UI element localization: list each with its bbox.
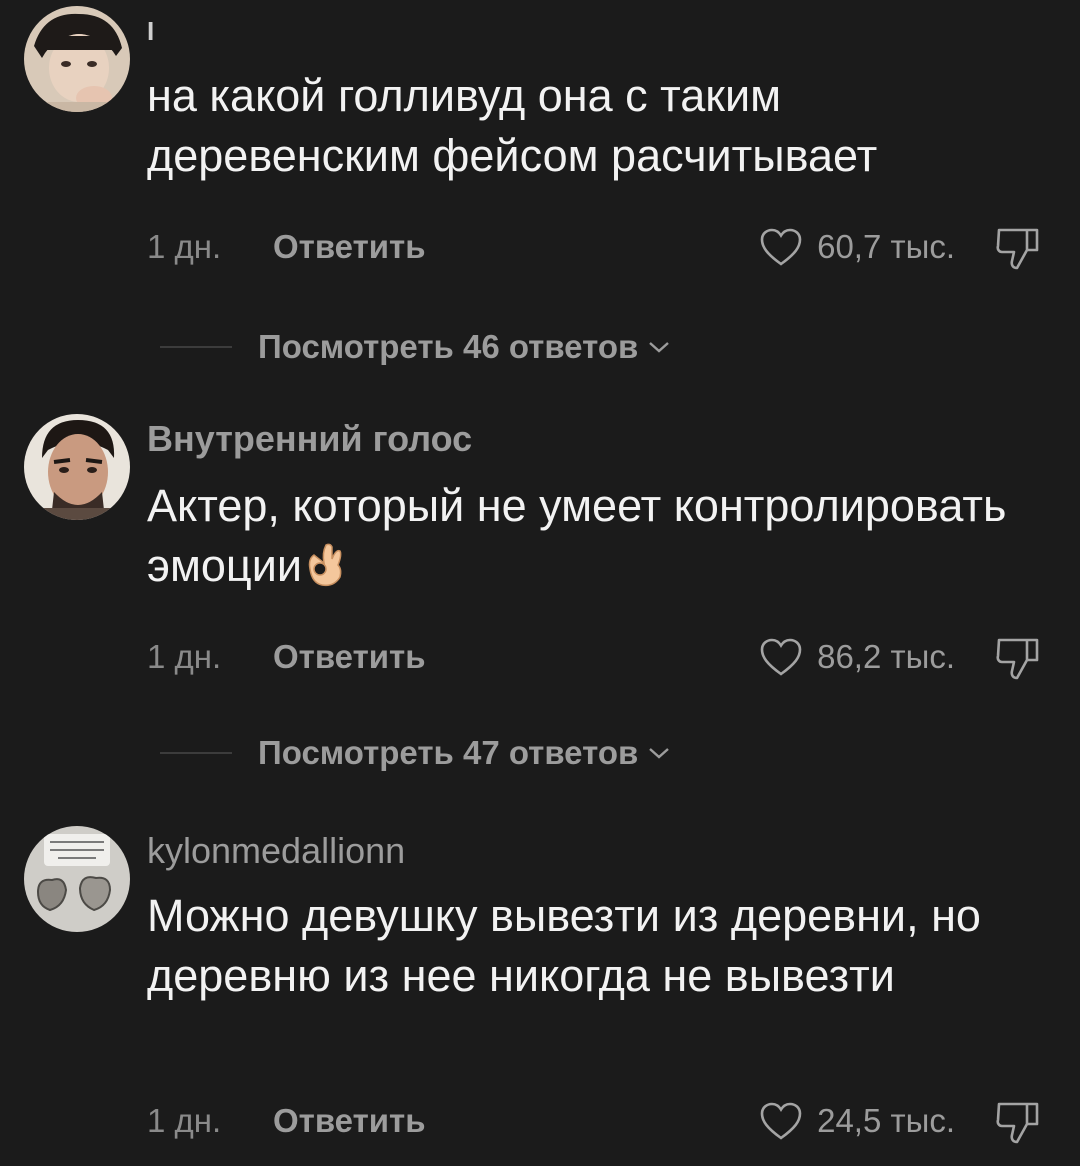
view-replies-label: Посмотреть 47 ответов [258,734,639,771]
comment-username[interactable]: kylonmedallionn [147,830,405,872]
divider [160,752,232,754]
heart-outline-icon [760,638,802,676]
comment-actions: 1 дн. Ответить 60,7 тыс. [147,222,1047,272]
like-count: 86,2 тыс. [817,638,955,675]
thumbs-down-icon[interactable] [993,634,1043,682]
comment-actions: 1 дн. Ответить 24,5 тыс. [147,1096,1047,1146]
ok-hand-emoji-icon [308,543,342,587]
reply-button[interactable]: Ответить [273,1096,426,1146]
comment-username[interactable]: I [147,16,154,47]
heart-outline-icon [760,1102,802,1140]
like-button[interactable]: 86,2 тыс. [759,632,955,682]
reply-button[interactable]: Ответить [273,222,426,272]
comment-actions: 1 дн. Ответить 86,2 тыс. [147,632,1047,682]
avatar[interactable] [24,6,130,112]
comment-text: Можно девушку вывезти из деревни, но дер… [147,890,981,1001]
avatar[interactable] [24,414,130,520]
comment-time: 1 дн. [147,638,222,675]
like-count: 60,7 тыс. [817,228,955,265]
divider [160,346,232,348]
chevron-down-icon [649,748,670,759]
view-replies-label: Посмотреть 46 ответов [258,328,639,365]
comment-username[interactable]: Внутренний голос [147,418,472,460]
avatar[interactable] [24,826,130,932]
thumbs-down-icon[interactable] [993,224,1043,272]
heart-outline-icon [760,228,802,266]
reply-button[interactable]: Ответить [273,632,426,682]
like-count: 24,5 тыс. [817,1102,955,1139]
comment-time: 1 дн. [147,228,222,265]
view-replies-button[interactable]: Посмотреть 46 ответов [160,322,670,372]
chevron-down-icon [649,342,670,353]
comment-text: на какой голливуд она с таким деревенски… [147,70,878,181]
comment-text-content: Актер, который не умеет контролировать э… [147,480,1007,591]
view-replies-button[interactable]: Посмотреть 47 ответов [160,728,670,778]
like-button[interactable]: 24,5 тыс. [759,1096,955,1146]
comment-time: 1 дн. [147,1102,222,1139]
comment-text: Актер, который не умеет контролировать э… [147,476,1047,596]
thumbs-down-icon[interactable] [993,1098,1043,1146]
like-button[interactable]: 60,7 тыс. [759,222,955,272]
